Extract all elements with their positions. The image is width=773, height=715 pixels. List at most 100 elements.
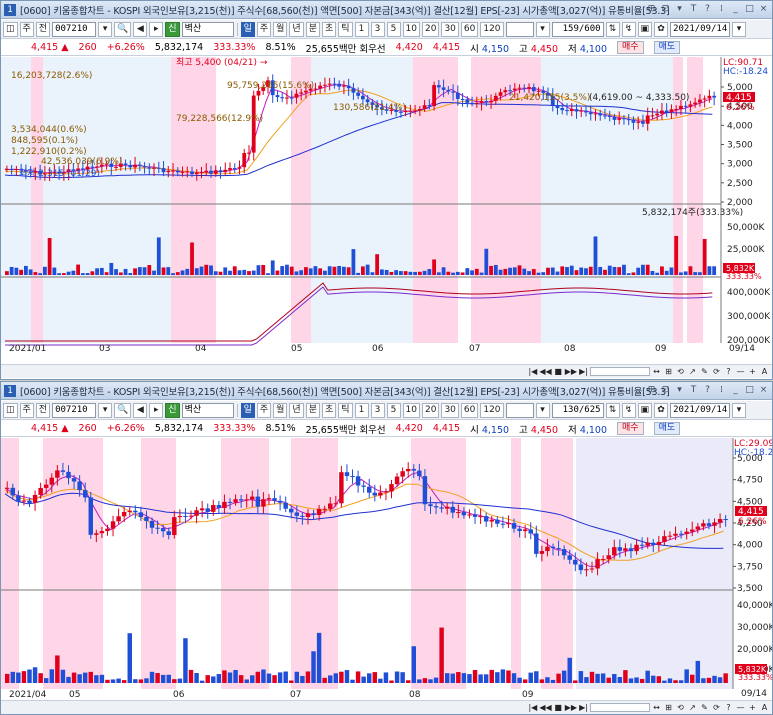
search-icon[interactable]: 🔍 bbox=[114, 402, 132, 418]
market-select[interactable]: 전 bbox=[35, 402, 51, 418]
interval-60[interactable]: 60 bbox=[460, 21, 479, 37]
first-icon[interactable]: |◀ bbox=[527, 702, 538, 713]
interval-3[interactable]: 3 bbox=[370, 21, 385, 37]
period-week[interactable]: 주 bbox=[256, 21, 272, 37]
last-icon[interactable]: ▶| bbox=[578, 702, 589, 713]
daily-chart-svg[interactable]: 5,0004,7504,5004,2504,0003,7503,50040,00… bbox=[1, 438, 772, 699]
interval-20[interactable]: 20 bbox=[422, 402, 440, 418]
period-minute[interactable]: 분 bbox=[305, 402, 320, 418]
interval-30[interactable]: 30 bbox=[441, 21, 459, 37]
tile-icon[interactable]: ⊞ bbox=[645, 384, 658, 397]
pen-icon[interactable]: ✎ bbox=[699, 366, 710, 377]
search-icon[interactable]: 🔍 bbox=[114, 21, 132, 37]
help-icon[interactable]: ? bbox=[723, 366, 734, 377]
fit-icon[interactable]: ↔ bbox=[651, 366, 662, 377]
grid-icon[interactable]: ⊞ bbox=[663, 366, 674, 377]
font-icon[interactable]: T bbox=[687, 384, 700, 397]
help-icon[interactable]: ? bbox=[701, 3, 714, 16]
reset-icon[interactable]: ⟲ bbox=[675, 366, 686, 377]
close-button[interactable]: × bbox=[757, 384, 770, 397]
grid-icon[interactable]: ⊞ bbox=[663, 702, 674, 713]
period-second[interactable]: 초 bbox=[321, 402, 337, 418]
stock-code-input[interactable]: 007210 bbox=[52, 402, 97, 418]
interval-1[interactable]: 1 bbox=[354, 21, 369, 37]
period-second[interactable]: 초 bbox=[321, 21, 337, 37]
date-dropdown-icon[interactable]: ▾ bbox=[732, 402, 747, 418]
period-day[interactable]: 일 bbox=[240, 21, 255, 37]
dropdown-icon[interactable]: ▾ bbox=[98, 402, 113, 418]
trend-icon[interactable]: ↗ bbox=[687, 366, 698, 377]
stock-code-input[interactable]: 007210 bbox=[52, 21, 97, 37]
tool-icon[interactable]: ↯ bbox=[621, 21, 636, 37]
date-input[interactable]: 2021/09/14 bbox=[670, 21, 731, 37]
help-icon[interactable]: ? bbox=[723, 702, 734, 713]
save-icon[interactable]: ▣ bbox=[637, 21, 653, 37]
close-button[interactable]: × bbox=[757, 3, 770, 16]
maximize-button[interactable]: □ bbox=[743, 384, 756, 397]
more-icon[interactable]: ⁞ bbox=[715, 3, 728, 16]
period-week[interactable]: 주 bbox=[256, 402, 272, 418]
interval-10[interactable]: 10 bbox=[402, 402, 420, 418]
period-tick[interactable]: 틱 bbox=[338, 21, 353, 37]
zoom-icon[interactable]: ⇅ bbox=[605, 402, 620, 418]
interval-120[interactable]: 120 bbox=[480, 402, 504, 418]
tool-icon[interactable]: ↯ bbox=[621, 402, 636, 418]
auto-icon[interactable]: A bbox=[759, 366, 770, 377]
interval-20[interactable]: 20 bbox=[422, 21, 440, 37]
period-year[interactable]: 년 bbox=[289, 21, 304, 37]
period-day[interactable]: 일 bbox=[240, 402, 255, 418]
buy-button[interactable]: 매수 bbox=[617, 422, 644, 435]
interval-10[interactable]: 10 bbox=[402, 21, 420, 37]
next-icon[interactable]: ▸ bbox=[149, 21, 164, 37]
scroll-track[interactable] bbox=[590, 703, 650, 712]
date-input[interactable]: 2021/09/14 bbox=[670, 402, 731, 418]
page-count-field[interactable]: 130/625 bbox=[551, 402, 604, 418]
layout-icon[interactable]: ◫ bbox=[3, 21, 18, 37]
period-year[interactable]: 년 bbox=[289, 402, 304, 418]
zoom-icon[interactable]: ⇅ bbox=[605, 21, 620, 37]
float-icon[interactable]: ⊡ bbox=[659, 384, 672, 397]
scroll-track[interactable] bbox=[590, 367, 650, 376]
minimize-button[interactable]: _ bbox=[729, 3, 742, 16]
interval-input[interactable] bbox=[505, 402, 534, 418]
interval-1[interactable]: 1 bbox=[354, 402, 369, 418]
period-month[interactable]: 월 bbox=[273, 21, 288, 37]
interval-30[interactable]: 30 bbox=[441, 402, 459, 418]
stop-icon[interactable]: ■ bbox=[553, 366, 564, 377]
chart-mode-select[interactable]: 주 bbox=[19, 21, 34, 37]
zoom-out-icon[interactable]: — bbox=[735, 366, 746, 377]
interval-dropdown-icon[interactable]: ▾ bbox=[535, 402, 550, 418]
auto-icon[interactable]: A bbox=[759, 702, 770, 713]
forward-icon[interactable]: ▶▶ bbox=[565, 366, 577, 377]
settings-icon[interactable]: ✿ bbox=[654, 21, 669, 37]
title-bar[interactable]: 1 [0600] 키움종합차트 - KOSPI 외국인보유[3,215(천)] … bbox=[1, 382, 772, 400]
menu-icon[interactable]: ▾ bbox=[673, 3, 686, 16]
dropdown-icon[interactable]: ▾ bbox=[98, 21, 113, 37]
float-icon[interactable]: ⊡ bbox=[659, 3, 672, 16]
reset-icon[interactable]: ⟲ bbox=[675, 702, 686, 713]
menu-icon[interactable]: ▾ bbox=[673, 384, 686, 397]
pen-icon[interactable]: ✎ bbox=[699, 702, 710, 713]
interval-120[interactable]: 120 bbox=[480, 21, 504, 37]
next-icon[interactable]: ▸ bbox=[149, 402, 164, 418]
daily-chart-svg[interactable]: 최고 5,400 (04/21) → 16,203,728(2.6%) 95,7… bbox=[1, 57, 772, 353]
forward-icon[interactable]: ▶▶ bbox=[565, 702, 577, 713]
page-count-field[interactable]: 159/600 bbox=[551, 21, 604, 37]
title-bar[interactable]: 1 [0600] 키움종합차트 - KOSPI 외국인보유[3,215(천)] … bbox=[1, 1, 772, 19]
date-dropdown-icon[interactable]: ▾ bbox=[732, 21, 747, 37]
last-icon[interactable]: ▶| bbox=[578, 366, 589, 377]
refresh-icon[interactable]: ⟳ bbox=[711, 702, 722, 713]
sell-button[interactable]: 매도 bbox=[653, 41, 681, 54]
minimize-button[interactable]: _ bbox=[729, 384, 742, 397]
trend-icon[interactable]: ↗ bbox=[687, 702, 698, 713]
sell-button[interactable]: 매도 bbox=[653, 422, 681, 435]
sound-icon[interactable]: ◀ bbox=[133, 21, 148, 37]
refresh-icon[interactable]: ⟳ bbox=[711, 366, 722, 377]
period-month[interactable]: 월 bbox=[273, 402, 288, 418]
stop-icon[interactable]: ■ bbox=[553, 702, 564, 713]
more-icon[interactable]: ⁞ bbox=[715, 384, 728, 397]
zoom-in-icon[interactable]: + bbox=[747, 366, 758, 377]
save-icon[interactable]: ▣ bbox=[637, 402, 653, 418]
help-icon[interactable]: ? bbox=[701, 384, 714, 397]
layout-icon[interactable]: ◫ bbox=[3, 402, 18, 418]
